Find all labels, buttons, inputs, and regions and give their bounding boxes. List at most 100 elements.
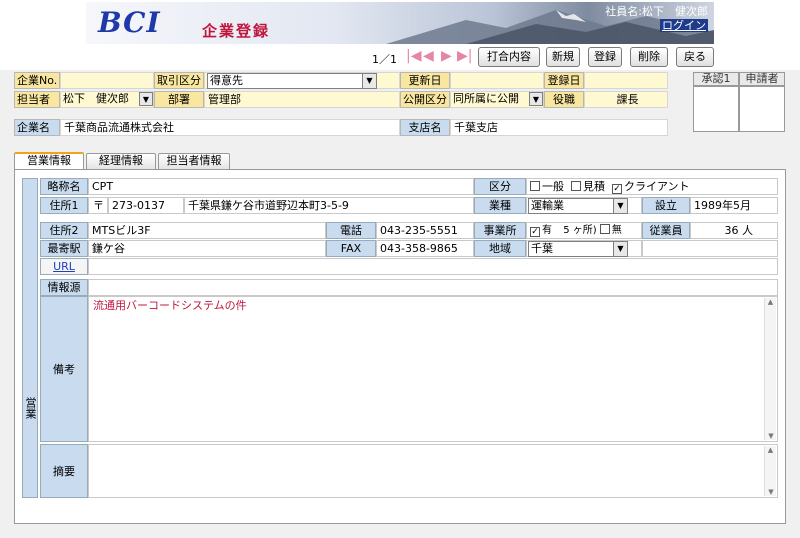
url-field[interactable] [88,258,778,275]
addr2-field[interactable]: MTSビル3F [88,222,326,239]
founded-label: 設立 [642,197,690,214]
tel-field[interactable]: 043-235-5551 [376,222,474,239]
url-link[interactable]: URL [53,260,75,273]
registered-label: 登録日 [544,72,584,89]
last-page-icon[interactable]: ▶| [457,48,472,64]
scroll-up-icon[interactable]: ▲ [765,446,776,454]
chevron-down-icon[interactable]: ▼ [362,74,376,88]
office-label: 事業所 [474,222,526,239]
region-extra [642,240,778,257]
owner-label: 担当者 [14,91,60,108]
user-name: 社員名:松下 健次郎 [605,5,708,18]
addr1-field[interactable]: 千葉県鎌ケ谷市道野辺本町3-5-9 [184,197,474,214]
public-select[interactable]: 同所属に公開 ▼ [451,92,543,108]
founded-field[interactable]: 1989年5月 [690,197,778,214]
office-no-checkbox[interactable]: 無 [599,224,622,236]
industry-label: 業種 [474,197,526,214]
branch-label: 支店名 [400,119,450,136]
source-label: 情報源 [40,279,88,296]
region-cell: 千葉 ▼ [526,240,642,257]
prev-page-icon[interactable]: ◀ [423,48,434,64]
approval-header-1: 承認1 [693,72,739,86]
cat-general-checkbox[interactable]: 一般 [530,180,564,193]
user-info: 社員名:松下 健次郎 ログイン [605,5,708,33]
summary-label: 摘要 [40,444,88,498]
industry-select[interactable]: 運輸業 ▼ [528,198,628,214]
back-button[interactable]: 戻る [676,47,714,67]
company-no-field[interactable] [60,72,154,89]
login-link[interactable]: ログイン [660,19,708,32]
postal-field[interactable]: 273-0137 [108,197,184,214]
tab-sales[interactable]: 営業情報 [14,152,84,169]
page-indicator: 1／1 [372,53,397,66]
remarks-scrollbar[interactable]: ▲ ▼ [764,298,776,440]
category-label: 区分 [474,178,526,195]
office-cell: ✓ 有 5 ヶ所) 無 [526,222,642,239]
cat-client-checkbox[interactable]: ✓ クライアント [612,180,690,194]
category-cell: 一般 見積 ✓ クライアント [526,178,778,195]
next-page-icon[interactable]: ▶ [441,48,452,64]
tab-contacts[interactable]: 担当者情報 [158,153,230,169]
company-name-label: 企業名 [14,119,60,136]
tel-label: 電話 [326,222,376,239]
trade-type-select[interactable]: 得意先 ▼ [207,73,377,89]
meeting-button[interactable]: 打合内容 [478,47,540,67]
region-value: 千葉 [531,242,553,255]
delete-button[interactable]: 削除 [630,47,668,67]
sales-side-label: 営業 [22,178,38,498]
employees-field[interactable]: 36 人 [690,222,778,239]
dept-label: 部署 [154,91,204,108]
public-cell: 同所属に公開 ▼ [450,91,544,108]
tab-accounting[interactable]: 経理情報 [86,153,156,169]
owner-select[interactable]: 松下 健次郎 ▼ [61,92,153,108]
company-name-field[interactable]: 千葉商品流通株式会社 [60,119,400,136]
summary-scrollbar[interactable]: ▲ ▼ [764,446,776,496]
register-button[interactable]: 登録 [588,47,622,67]
app-logo: BCI [98,6,161,39]
updated-label: 更新日 [400,72,450,89]
company-no-label: 企業No. [14,72,60,89]
approval-header-2: 申請者 [739,72,785,86]
summary-textarea[interactable] [88,444,778,498]
office-yes-label: 有 [542,225,552,236]
chevron-down-icon[interactable]: ▼ [613,199,627,213]
fax-label: FAX [326,240,376,257]
abbr-field[interactable]: CPT [88,178,474,195]
cat-estimate-checkbox[interactable]: 見積 [571,180,605,193]
owner-value: 松下 健次郎 [63,92,129,105]
chevron-down-icon[interactable]: ▼ [139,92,153,106]
updated-field [450,72,544,89]
industry-cell: 運輸業 ▼ [526,197,642,214]
chevron-down-icon[interactable]: ▼ [529,92,543,106]
source-field[interactable] [88,279,778,296]
region-select[interactable]: 千葉 ▼ [528,241,628,257]
office-count: 5 ヶ所) [563,225,597,236]
trade-type-value: 得意先 [210,74,243,87]
industry-value: 運輸業 [531,199,564,212]
page-title: 企業登録 [202,22,271,40]
addr2-label: 住所2 [40,222,88,239]
scroll-up-icon[interactable]: ▲ [765,298,776,306]
office-no-label: 無 [611,225,622,236]
chevron-down-icon[interactable]: ▼ [613,242,627,256]
first-page-icon[interactable]: |◀ [406,48,421,64]
approval-box-1[interactable] [693,86,739,132]
url-label: URL [40,258,88,275]
new-button[interactable]: 新規 [546,47,580,67]
remarks-textarea[interactable]: 流通用バーコードシステムの件 [88,296,778,442]
scroll-down-icon[interactable]: ▼ [765,432,777,440]
approval-box-2[interactable] [739,86,785,132]
branch-field[interactable]: 千葉支店 [450,119,668,136]
region-label: 地域 [474,240,526,257]
office-yes-checkbox[interactable]: ✓ 有 [530,225,552,237]
scroll-down-icon[interactable]: ▼ [765,488,777,496]
trade-type-cell: 得意先 ▼ [204,72,400,89]
public-value: 同所属に公開 [453,92,519,105]
owner-cell: 松下 健次郎 ▼ [60,91,154,108]
station-field[interactable]: 鎌ケ谷 [88,240,326,257]
position-label: 役職 [544,91,584,108]
fax-field[interactable]: 043-358-9865 [376,240,474,257]
postal-mark: 〒 [88,197,108,214]
registered-field [584,72,668,89]
header-banner: BCI 企業登録 社員名:松下 健次郎 ログイン [86,2,714,44]
